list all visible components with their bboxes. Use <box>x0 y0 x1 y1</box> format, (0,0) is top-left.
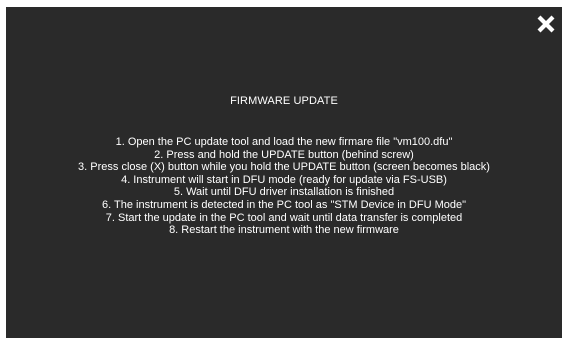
instruction-step: 3. Press close (X) button while you hold… <box>78 161 490 174</box>
instruction-step: 5. Wait until DFU driver installation is… <box>173 186 395 199</box>
instruction-step: 4. Instrument will start in DFU mode (re… <box>121 173 447 186</box>
page-title: FIRMWARE UPDATE <box>230 95 338 107</box>
firmware-update-screen: FIRMWARE UPDATE 1. Open the PC update to… <box>6 7 562 338</box>
instruction-list: 1. Open the PC update tool and load the … <box>6 136 562 237</box>
close-x-icon <box>537 15 555 33</box>
instruction-step: 2. Press and hold the UPDATE button (beh… <box>154 148 414 161</box>
instruction-step: 8. Restart the instrument with the new f… <box>169 224 399 237</box>
close-button[interactable] <box>536 14 556 34</box>
instruction-step: 6. The instrument is detected in the PC … <box>101 198 467 211</box>
instruction-step: 1. Open the PC update tool and load the … <box>115 136 453 148</box>
instruction-step: 7. Start the update in the PC tool and w… <box>105 211 463 224</box>
